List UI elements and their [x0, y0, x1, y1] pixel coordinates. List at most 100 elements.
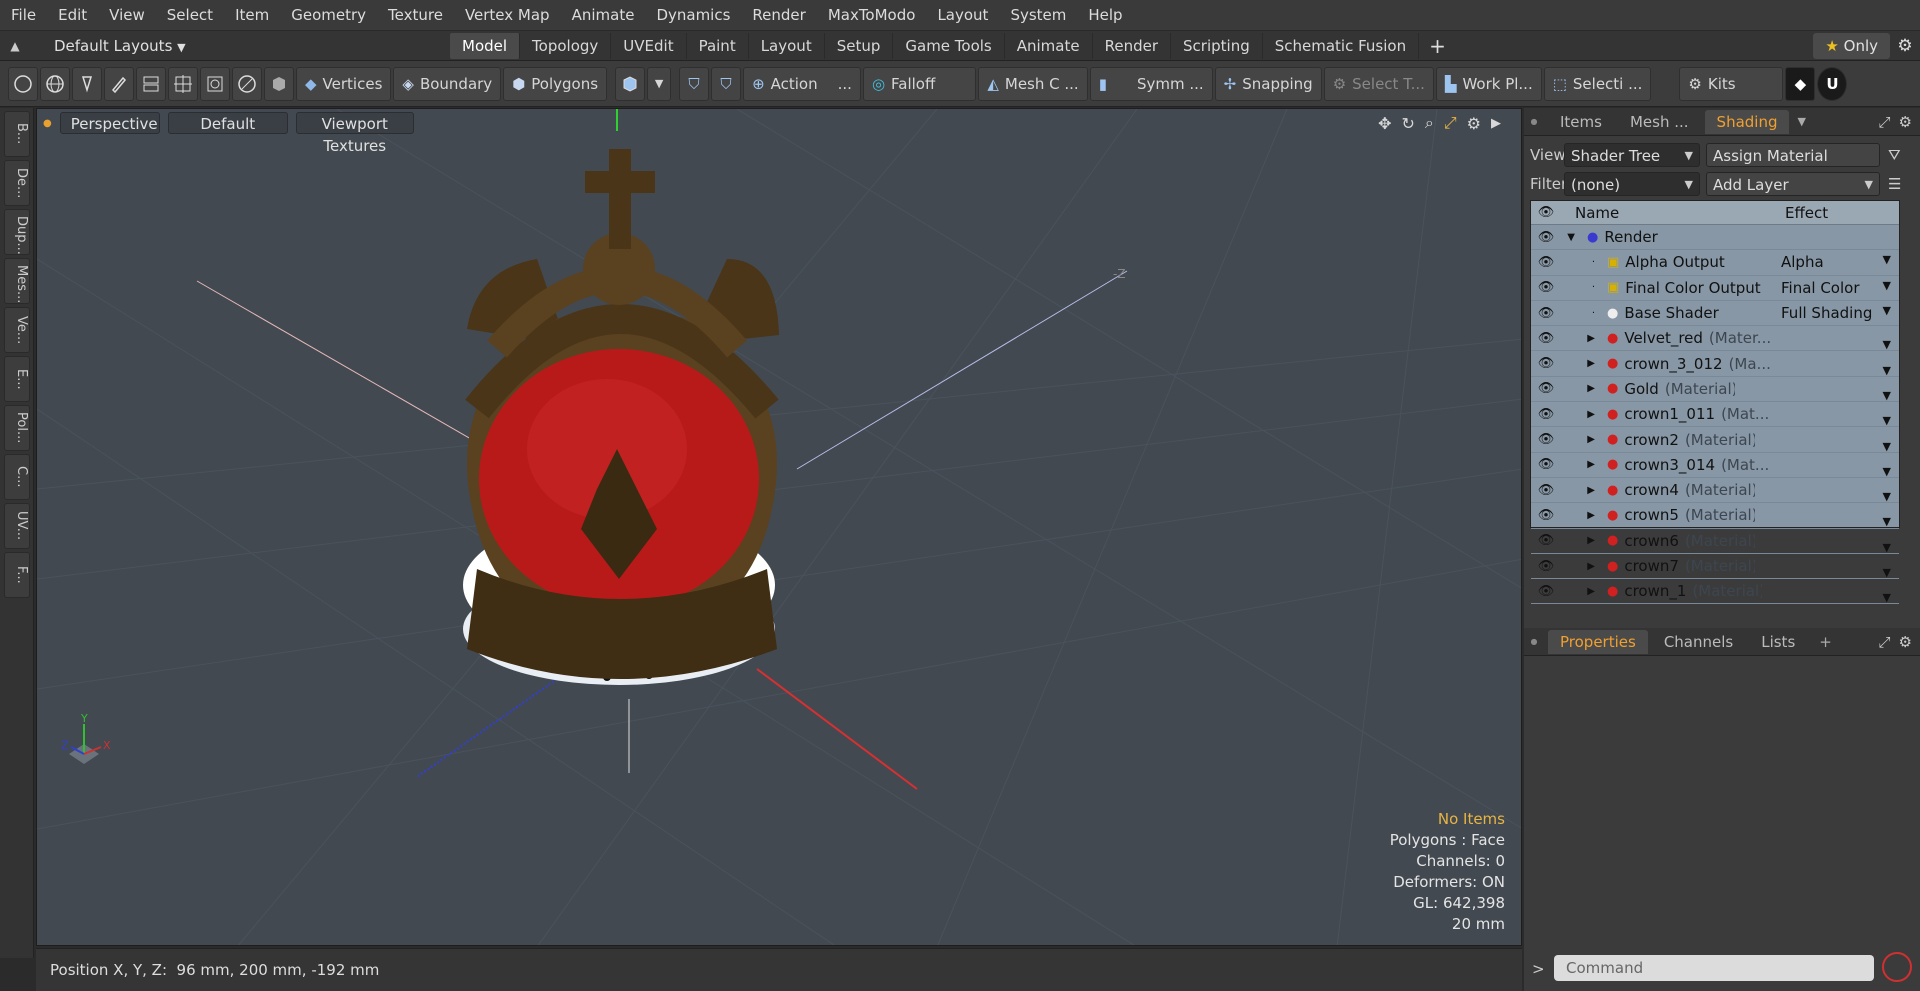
vertices-button[interactable]: ◆ Vertices	[296, 66, 392, 101]
left-tab-2[interactable]: Dup...	[4, 209, 30, 255]
mesh-constraint-button[interactable]: ◭ Mesh C ...	[978, 66, 1088, 101]
left-tab-6[interactable]: Pol...	[4, 405, 30, 451]
maximize-panel-icon[interactable]: ⤢	[1879, 113, 1891, 131]
frame-icon[interactable]	[200, 66, 230, 101]
visibility-eye-icon[interactable]: 👁	[1531, 483, 1561, 498]
expand-arrow-icon[interactable]: ▼	[1561, 232, 1575, 243]
row-effect[interactable]: Final Color ▼	[1781, 279, 1891, 297]
left-tab-8[interactable]: UV...	[4, 503, 30, 549]
only-button[interactable]: ★ Only	[1813, 32, 1890, 59]
visibility-eye-icon[interactable]: 👁	[1531, 584, 1561, 599]
left-tab-3[interactable]: Mes...	[4, 258, 30, 304]
visibility-eye-icon[interactable]: 👁	[1531, 381, 1561, 396]
snapping-button[interactable]: ✢ Snapping	[1214, 66, 1322, 101]
select-through-button[interactable]: ⚙ Select T...	[1323, 66, 1434, 101]
shader-tree-row[interactable]: 👁 ▶ ● Velvet_red (Mater... ▼	[1531, 326, 1899, 352]
panel-tab-items[interactable]: Items	[1548, 110, 1614, 134]
shader-tree-row[interactable]: 👁 · ▣ Alpha Output Alpha ▼	[1531, 250, 1899, 276]
panel-tab-channels[interactable]: Channels	[1652, 630, 1745, 654]
panel-gear-icon[interactable]: ⚙	[1899, 633, 1912, 651]
menu-help[interactable]: Help	[1077, 0, 1133, 31]
visibility-eye-icon[interactable]: 👁	[1531, 306, 1561, 321]
row-effect[interactable]: Alpha ▼	[1781, 253, 1891, 271]
symmetry-button[interactable]: ▮ Symm ...	[1089, 66, 1213, 101]
tab-setup[interactable]: Setup	[825, 32, 894, 59]
left-tab-7[interactable]: C...	[4, 454, 30, 500]
filter-select[interactable]: (none) ▼	[1564, 172, 1700, 196]
viewport-textures-button[interactable]: Viewport Textures	[295, 112, 414, 155]
zoom-icon[interactable]: ⌕	[1425, 113, 1434, 133]
symmetry-shield-alt-icon[interactable]: ⛉	[711, 66, 742, 101]
action-button[interactable]: ⊕ Action...	[743, 66, 861, 101]
expand-arrow-icon[interactable]: ▶	[1561, 358, 1595, 369]
material-cube-icon[interactable]	[615, 66, 646, 101]
panel-tab-mesh[interactable]: Mesh ...	[1618, 110, 1701, 134]
menu-vertex-map[interactable]: Vertex Map	[454, 0, 561, 31]
polygons-button[interactable]: ⬢ Polygons	[503, 66, 608, 101]
menu-dynamics[interactable]: Dynamics	[645, 0, 741, 31]
tab-paint[interactable]: Paint	[687, 32, 749, 59]
shader-tree-row[interactable]: 👁 ▶ ● crown7 (Material) ▼	[1531, 554, 1899, 580]
menu-texture[interactable]: Texture	[377, 0, 454, 31]
selection-sets-button[interactable]: ⬚ Selecti ...	[1543, 66, 1652, 101]
left-tab-4[interactable]: Ve...	[4, 307, 30, 353]
expand-arrow-icon[interactable]: ▶	[1561, 333, 1595, 344]
filter-funnel-icon[interactable]: ⛛	[1888, 146, 1901, 164]
shader-tree-row[interactable]: 👁 ▶ ● crown2 (Material) ▼	[1531, 427, 1899, 453]
expand-arrow-icon[interactable]: ▶	[1561, 510, 1595, 521]
expand-arrow-icon[interactable]: ▶	[1561, 434, 1595, 445]
visibility-eye-icon[interactable]: 👁	[1531, 457, 1561, 472]
menu-item[interactable]: Item	[224, 0, 280, 31]
layout-selector[interactable]: Default Layouts ▼	[30, 37, 450, 55]
tab-animate[interactable]: Animate	[1005, 32, 1093, 59]
tab-topology[interactable]: Topology	[520, 32, 612, 59]
add-panel-tab-icon[interactable]: +	[1819, 633, 1832, 651]
left-tab-0[interactable]: B...	[4, 111, 30, 157]
visibility-eye-icon[interactable]: 👁	[1531, 559, 1561, 574]
dropdown-icon[interactable]: ▼	[647, 66, 672, 101]
list-options-icon[interactable]: ☰	[1888, 175, 1901, 193]
shader-tree-row[interactable]: 👁 ▶ ● crown_3_012 (Ma... ▼	[1531, 351, 1899, 377]
tab-scripting[interactable]: Scripting	[1171, 32, 1263, 59]
tab-render[interactable]: Render	[1093, 32, 1172, 59]
panel-gear-icon[interactable]: ⚙	[1899, 113, 1912, 131]
add-tab-icon[interactable]: +	[1429, 34, 1446, 58]
expand-arrow-icon[interactable]: ▶	[1561, 409, 1595, 420]
gear-icon[interactable]: ⚙	[1890, 36, 1920, 56]
item-mode-icon[interactable]	[264, 66, 294, 101]
tab-model[interactable]: Model	[450, 32, 521, 59]
expand-arrow-icon[interactable]: ▶	[1561, 485, 1595, 496]
unreal-icon[interactable]: U	[1817, 66, 1848, 101]
shader-tree-row[interactable]: 👁 ▶ ● crown6 (Material) ▼	[1531, 529, 1899, 554]
falloff-button[interactable]: ◎ Falloff	[862, 66, 977, 101]
sphere-icon[interactable]	[232, 66, 262, 101]
menu-animate[interactable]: Animate	[561, 0, 646, 31]
record-icon[interactable]	[1882, 952, 1912, 982]
unity-icon[interactable]: ◆	[1785, 66, 1816, 101]
menu-select[interactable]: Select	[156, 0, 224, 31]
column-effect[interactable]: Effect	[1785, 204, 1828, 222]
expand-arrow-icon[interactable]: ▶	[1561, 459, 1595, 470]
3d-viewport[interactable]: ● Perspective Default Viewport Textures …	[36, 108, 1522, 946]
boundary-button[interactable]: ◈ Boundary	[393, 66, 502, 101]
visibility-eye-icon[interactable]: 👁	[1531, 230, 1561, 245]
expand-arrow-icon[interactable]: ▶	[1561, 561, 1595, 572]
tab-game-tools[interactable]: Game Tools	[893, 32, 1005, 59]
maximize-panel-icon[interactable]: ⤢	[1879, 633, 1891, 651]
tab-layout[interactable]: Layout	[749, 32, 825, 59]
kits-button[interactable]: ⚙ Kits	[1679, 66, 1784, 101]
command-input[interactable]: Command	[1554, 955, 1874, 981]
menu-maxtomodo[interactable]: MaxToModo	[817, 0, 927, 31]
visibility-eye-icon[interactable]: 👁	[1531, 533, 1561, 548]
shader-tree-row[interactable]: 👁 ▶ ● Gold (Material) ▼	[1531, 377, 1899, 403]
column-name[interactable]: Name	[1575, 204, 1619, 222]
shader-tree-row[interactable]: 👁 ▶ ● crown4 (Material) ▼	[1531, 478, 1899, 504]
tab-schematic-fusion[interactable]: Schematic Fusion	[1263, 32, 1420, 59]
shader-tree-row[interactable]: 👁 ▶ ● crown_1 (Material) ▼	[1531, 579, 1899, 605]
shader-tree-row[interactable]: 👁 ▶ ● crown3_014 (Mat... ▼	[1531, 453, 1899, 478]
left-tab-9[interactable]: F...	[4, 552, 30, 598]
expand-arrow-icon[interactable]: ▶	[1561, 383, 1595, 394]
panel-tab-properties[interactable]: Properties	[1548, 629, 1648, 654]
menu-system[interactable]: System	[999, 0, 1077, 31]
symmetry-shield-icon[interactable]: ⛉	[679, 66, 710, 101]
